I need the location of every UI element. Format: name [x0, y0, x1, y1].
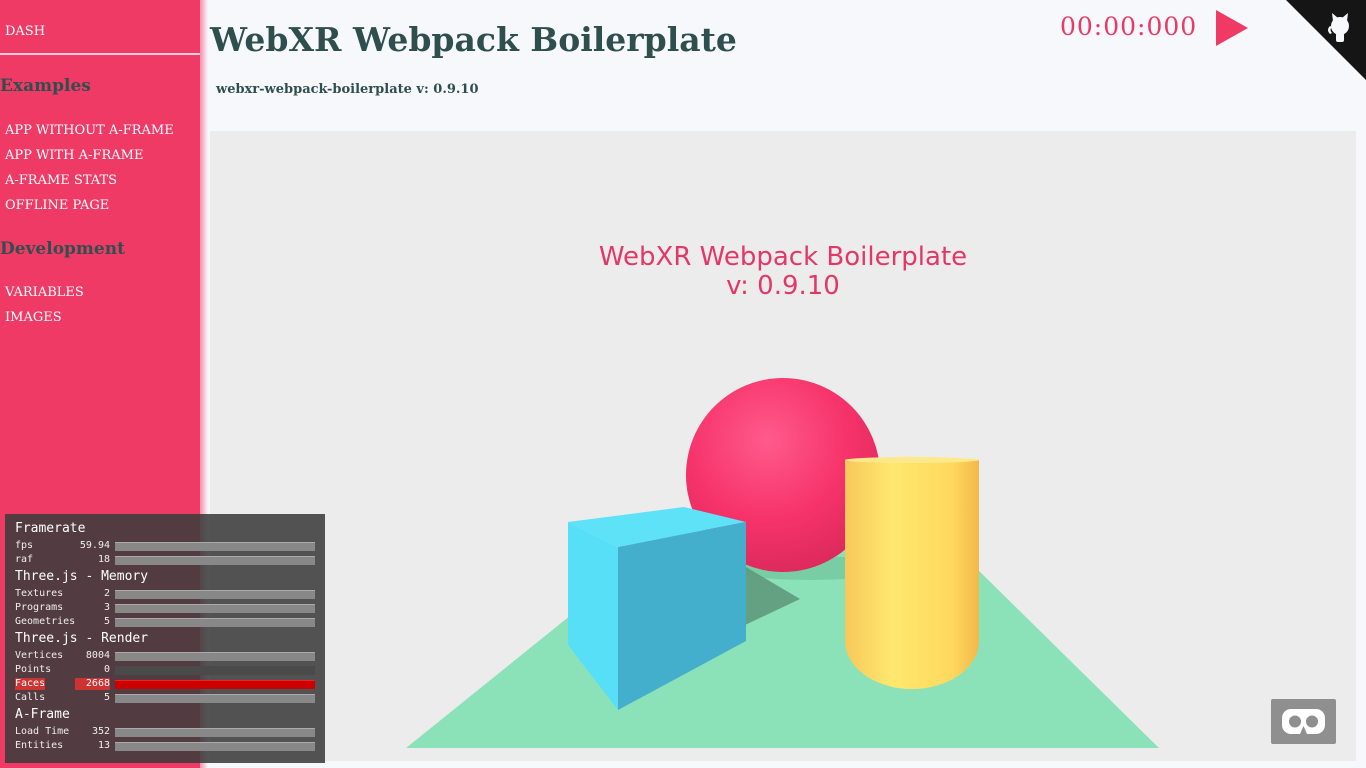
stats-row-calls: Calls 5: [15, 692, 315, 704]
cylinder-top: [845, 457, 979, 463]
stats-group-framerate: Framerate: [15, 521, 86, 536]
scene-version: v: 0.9.10: [726, 271, 840, 301]
stats-row-textures: Textures 2: [15, 588, 315, 600]
scene-title: WebXR Webpack Boilerplate: [598, 242, 968, 272]
enter-vr-button[interactable]: [1271, 699, 1336, 744]
stats-graph: [115, 666, 315, 675]
stats-graph: [115, 680, 315, 689]
github-corner-link[interactable]: [1286, 0, 1366, 80]
stats-panel: Framerate fps 59.94 raf 18 Three.js - Me…: [5, 514, 325, 763]
stats-row-fps: fps 59.94: [15, 540, 315, 552]
stats-label: Geometries: [15, 616, 76, 627]
stats-row-geometries: Geometries 5: [15, 616, 315, 628]
stats-row-faces: Faces 2668: [15, 678, 315, 690]
stats-row-programs: Programs 3: [15, 602, 315, 614]
stats-group-memory: Three.js - Memory: [15, 569, 149, 584]
play-icon: [1216, 10, 1248, 46]
stats-value: 3: [103, 602, 110, 613]
stats-value: 13: [97, 740, 110, 751]
stats-row-vertices: Vertices 8004: [15, 650, 315, 662]
stats-row-entities: Entities 13: [15, 740, 315, 752]
stats-value: 0: [103, 664, 110, 675]
stats-label: Textures: [15, 588, 64, 599]
stats-value: 59.94: [79, 540, 110, 551]
stats-graph: [115, 652, 315, 661]
stats-label: raf: [15, 554, 34, 565]
page-title: WebXR Webpack Boilerplate: [210, 20, 737, 59]
section-title-development: Development: [0, 239, 125, 259]
aframe-scene[interactable]: WebXR Webpack Boilerplate v: 0.9.10: [210, 131, 1356, 761]
stats-group-aframe: A-Frame: [15, 707, 70, 722]
stats-value: 8004: [85, 650, 110, 661]
stats-graph: [115, 742, 315, 751]
sidebar-divider: [0, 53, 200, 55]
stats-group-render: Three.js - Render: [15, 631, 149, 646]
nav-variables[interactable]: VARIABLES: [5, 285, 84, 300]
stats-label: Programs: [15, 602, 64, 613]
github-octocat-icon: [1286, 0, 1366, 80]
play-button[interactable]: [1216, 10, 1248, 46]
stats-row-points: Points 0: [15, 664, 315, 676]
stats-graph: [115, 618, 315, 627]
stats-label: Points: [15, 664, 52, 675]
stats-label: Faces: [15, 678, 46, 690]
timer-display: 00:00:000: [1060, 12, 1198, 41]
stats-row-raf: raf 18: [15, 554, 315, 566]
stats-graph: [115, 728, 315, 737]
nav-app-with-aframe[interactable]: APP WITH A-FRAME: [5, 148, 143, 163]
section-title-examples: Examples: [0, 76, 91, 96]
nav-images[interactable]: IMAGES: [5, 310, 62, 325]
stats-value: 2668: [75, 678, 110, 690]
vr-goggles-icon: [1282, 709, 1325, 734]
stats-label: Calls: [15, 692, 46, 703]
stats-value: 352: [91, 726, 110, 737]
stats-value: 5: [103, 616, 110, 627]
stats-value: 2: [103, 588, 110, 599]
cylinder: [845, 460, 979, 689]
stats-value: 18: [97, 554, 110, 565]
stats-label: fps: [15, 540, 34, 551]
stats-label: Vertices: [15, 650, 64, 661]
version-label: webxr-webpack-boilerplate v: 0.9.10: [216, 82, 479, 97]
dash-link[interactable]: DASH: [5, 24, 45, 39]
scene-canvas: [406, 378, 1159, 748]
stats-row-load-time: Load Time 352: [15, 726, 315, 738]
stats-value: 5: [103, 692, 110, 703]
stats-graph: [115, 556, 315, 565]
nav-aframe-stats[interactable]: A-FRAME STATS: [5, 173, 117, 188]
stats-graph: [115, 604, 315, 613]
nav-offline-page[interactable]: OFFLINE PAGE: [5, 198, 109, 213]
stats-graph: [115, 694, 315, 703]
nav-app-without-aframe[interactable]: APP WITHOUT A-FRAME: [5, 123, 174, 138]
stats-graph: [115, 542, 315, 551]
stats-label: Entities: [15, 740, 64, 751]
stats-graph: [115, 590, 315, 599]
stats-label: Load Time: [15, 726, 70, 737]
